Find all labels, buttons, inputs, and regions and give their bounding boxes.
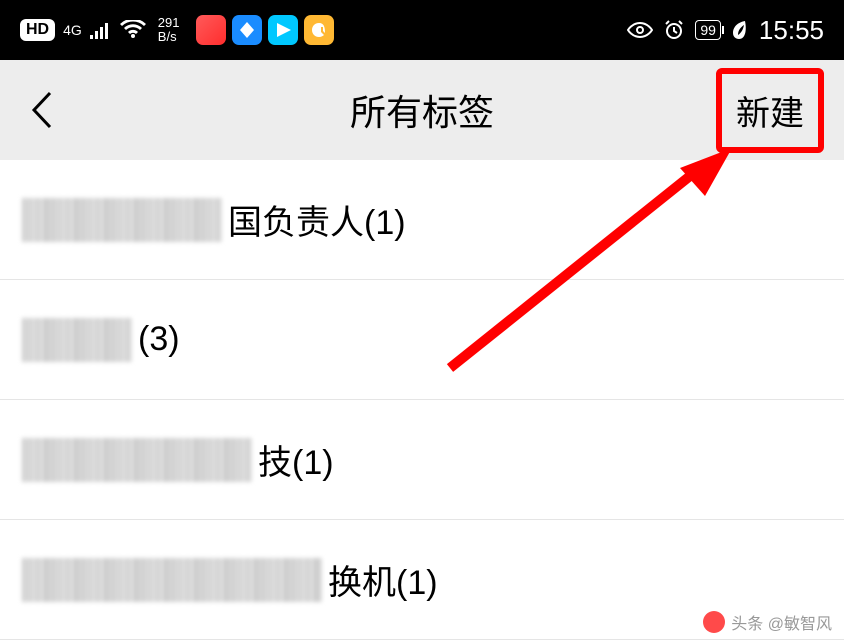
list-item-label: 技(1) [258,435,334,484]
list-item-label: 国负责人(1) [228,195,406,244]
signal-icon [90,21,112,39]
watermark-icon [703,611,725,633]
app-icon-1 [196,15,226,45]
wifi-icon [120,20,146,40]
redacted-text [22,558,322,602]
tag-list: 国负责人(1) (3) 技(1) 换机(1) [0,160,844,640]
clock: 15:55 [759,15,824,46]
redacted-text [22,318,132,362]
page-title: 所有标签 [350,84,494,136]
list-item-label: (3) [138,320,180,359]
hd-badge: HD [20,19,55,41]
new-button[interactable]: 新建 [716,68,824,153]
back-button[interactable] [20,88,64,132]
battery-indicator: 99 [695,20,721,40]
eye-icon [627,21,653,39]
status-right: 99 15:55 [627,15,824,46]
app-icon-2 [232,15,262,45]
leaf-icon [731,19,749,41]
network-speed: 291 B/s [158,16,180,45]
chevron-left-icon [31,91,53,129]
list-item[interactable]: (3) [0,280,844,400]
status-left: HD 4G 291 B/s [20,15,334,45]
status-bar: HD 4G 291 B/s 99 15:55 [0,0,844,60]
list-item[interactable]: 国负责人(1) [0,160,844,280]
list-item-label: 换机(1) [328,555,438,604]
header-bar: 所有标签 新建 [0,60,844,160]
list-item[interactable]: 技(1) [0,400,844,520]
app-icon-3 [268,15,298,45]
network-type: 4G [63,23,82,37]
watermark-text: 头条 @敏智风 [731,610,832,634]
redacted-text [22,438,252,482]
app-icons [196,15,334,45]
redacted-text [22,198,222,242]
watermark: 头条 @敏智风 [703,610,832,634]
alarm-icon [663,19,685,41]
app-icon-4 [304,15,334,45]
